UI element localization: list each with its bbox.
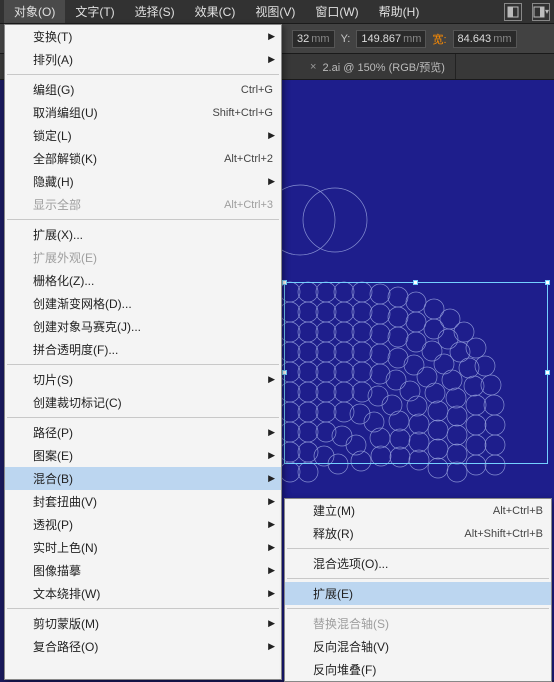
menu-hide[interactable]: 隐藏(H)▶ bbox=[5, 170, 281, 193]
menu-flatten[interactable]: 拼合透明度(F)... bbox=[5, 338, 281, 361]
close-tab-icon[interactable]: × bbox=[310, 61, 316, 73]
y-label: Y: bbox=[341, 33, 351, 45]
blend-reverse-spine[interactable]: 反向混合轴(V) bbox=[285, 635, 551, 658]
menu-blend[interactable]: 混合(B)▶ bbox=[5, 467, 281, 490]
blend-release[interactable]: 释放(R)Alt+Shift+Ctrl+B bbox=[285, 522, 551, 545]
menu-view[interactable]: 视图(V) bbox=[245, 0, 305, 23]
menu-transform[interactable]: 变换(T)▶ bbox=[5, 25, 281, 48]
selection-bbox[interactable] bbox=[284, 282, 548, 464]
menu-image-trace[interactable]: 图像描摹▶ bbox=[5, 559, 281, 582]
menu-compound-path[interactable]: 复合路径(O)▶ bbox=[5, 635, 281, 658]
document-tab[interactable]: × 2.ai @ 150% (RGB/预览) bbox=[300, 54, 456, 79]
menu-show-all: 显示全部Alt+Ctrl+3 bbox=[5, 193, 281, 216]
menu-rasterize[interactable]: 栅格化(Z)... bbox=[5, 269, 281, 292]
blend-replace-spine: 替换混合轴(S) bbox=[285, 612, 551, 635]
menu-mosaic[interactable]: 创建对象马赛克(J)... bbox=[5, 315, 281, 338]
menu-pattern[interactable]: 图案(E)▶ bbox=[5, 444, 281, 467]
menu-help[interactable]: 帮助(H) bbox=[369, 0, 430, 23]
x-value[interactable]: 32mm bbox=[292, 30, 335, 48]
menu-crop-marks[interactable]: 创建裁切标记(C) bbox=[5, 391, 281, 414]
workspace-icon[interactable]: ▾ bbox=[532, 3, 550, 21]
blend-make[interactable]: 建立(M)Alt+Ctrl+B bbox=[285, 499, 551, 522]
menu-select[interactable]: 选择(S) bbox=[125, 0, 185, 23]
tab-title: 2.ai @ 150% (RGB/预览) bbox=[322, 59, 444, 75]
menu-arrange[interactable]: 排列(A)▶ bbox=[5, 48, 281, 71]
menu-live-paint[interactable]: 实时上色(N)▶ bbox=[5, 536, 281, 559]
menu-clipping-mask[interactable]: 剪切蒙版(M)▶ bbox=[5, 612, 281, 635]
object-menu-dropdown: 变换(T)▶ 排列(A)▶ 编组(G)Ctrl+G 取消编组(U)Shift+C… bbox=[4, 24, 282, 680]
menu-object[interactable]: 对象(O) bbox=[4, 0, 65, 23]
blend-expand[interactable]: 扩展(E) bbox=[285, 582, 551, 605]
menu-expand[interactable]: 扩展(X)... bbox=[5, 223, 281, 246]
menubar: 对象(O) 文字(T) 选择(S) 效果(C) 视图(V) 窗口(W) 帮助(H… bbox=[0, 0, 554, 24]
menu-expand-appearance: 扩展外观(E) bbox=[5, 246, 281, 269]
menu-effect[interactable]: 效果(C) bbox=[185, 0, 246, 23]
menu-group[interactable]: 编组(G)Ctrl+G bbox=[5, 78, 281, 101]
menu-text-wrap[interactable]: 文本绕排(W)▶ bbox=[5, 582, 281, 605]
blend-options[interactable]: 混合选项(O)... bbox=[285, 552, 551, 575]
menu-gradient-mesh[interactable]: 创建渐变网格(D)... bbox=[5, 292, 281, 315]
menu-path[interactable]: 路径(P)▶ bbox=[5, 421, 281, 444]
menu-window[interactable]: 窗口(W) bbox=[305, 0, 368, 23]
layout-icon[interactable] bbox=[504, 3, 522, 21]
menu-type[interactable]: 文字(T) bbox=[65, 0, 124, 23]
blend-submenu: 建立(M)Alt+Ctrl+B 释放(R)Alt+Shift+Ctrl+B 混合… bbox=[284, 498, 552, 682]
w-value[interactable]: 84.643mm bbox=[453, 30, 517, 48]
menu-ungroup[interactable]: 取消编组(U)Shift+Ctrl+G bbox=[5, 101, 281, 124]
menu-slice[interactable]: 切片(S)▶ bbox=[5, 368, 281, 391]
menu-envelope[interactable]: 封套扭曲(V)▶ bbox=[5, 490, 281, 513]
w-label: 宽: bbox=[432, 31, 446, 47]
y-value[interactable]: 149.867mm bbox=[356, 30, 426, 48]
menu-unlock-all[interactable]: 全部解锁(K)Alt+Ctrl+2 bbox=[5, 147, 281, 170]
menu-lock[interactable]: 锁定(L)▶ bbox=[5, 124, 281, 147]
blend-reverse-front[interactable]: 反向堆叠(F) bbox=[285, 658, 551, 681]
menu-perspective[interactable]: 透视(P)▶ bbox=[5, 513, 281, 536]
